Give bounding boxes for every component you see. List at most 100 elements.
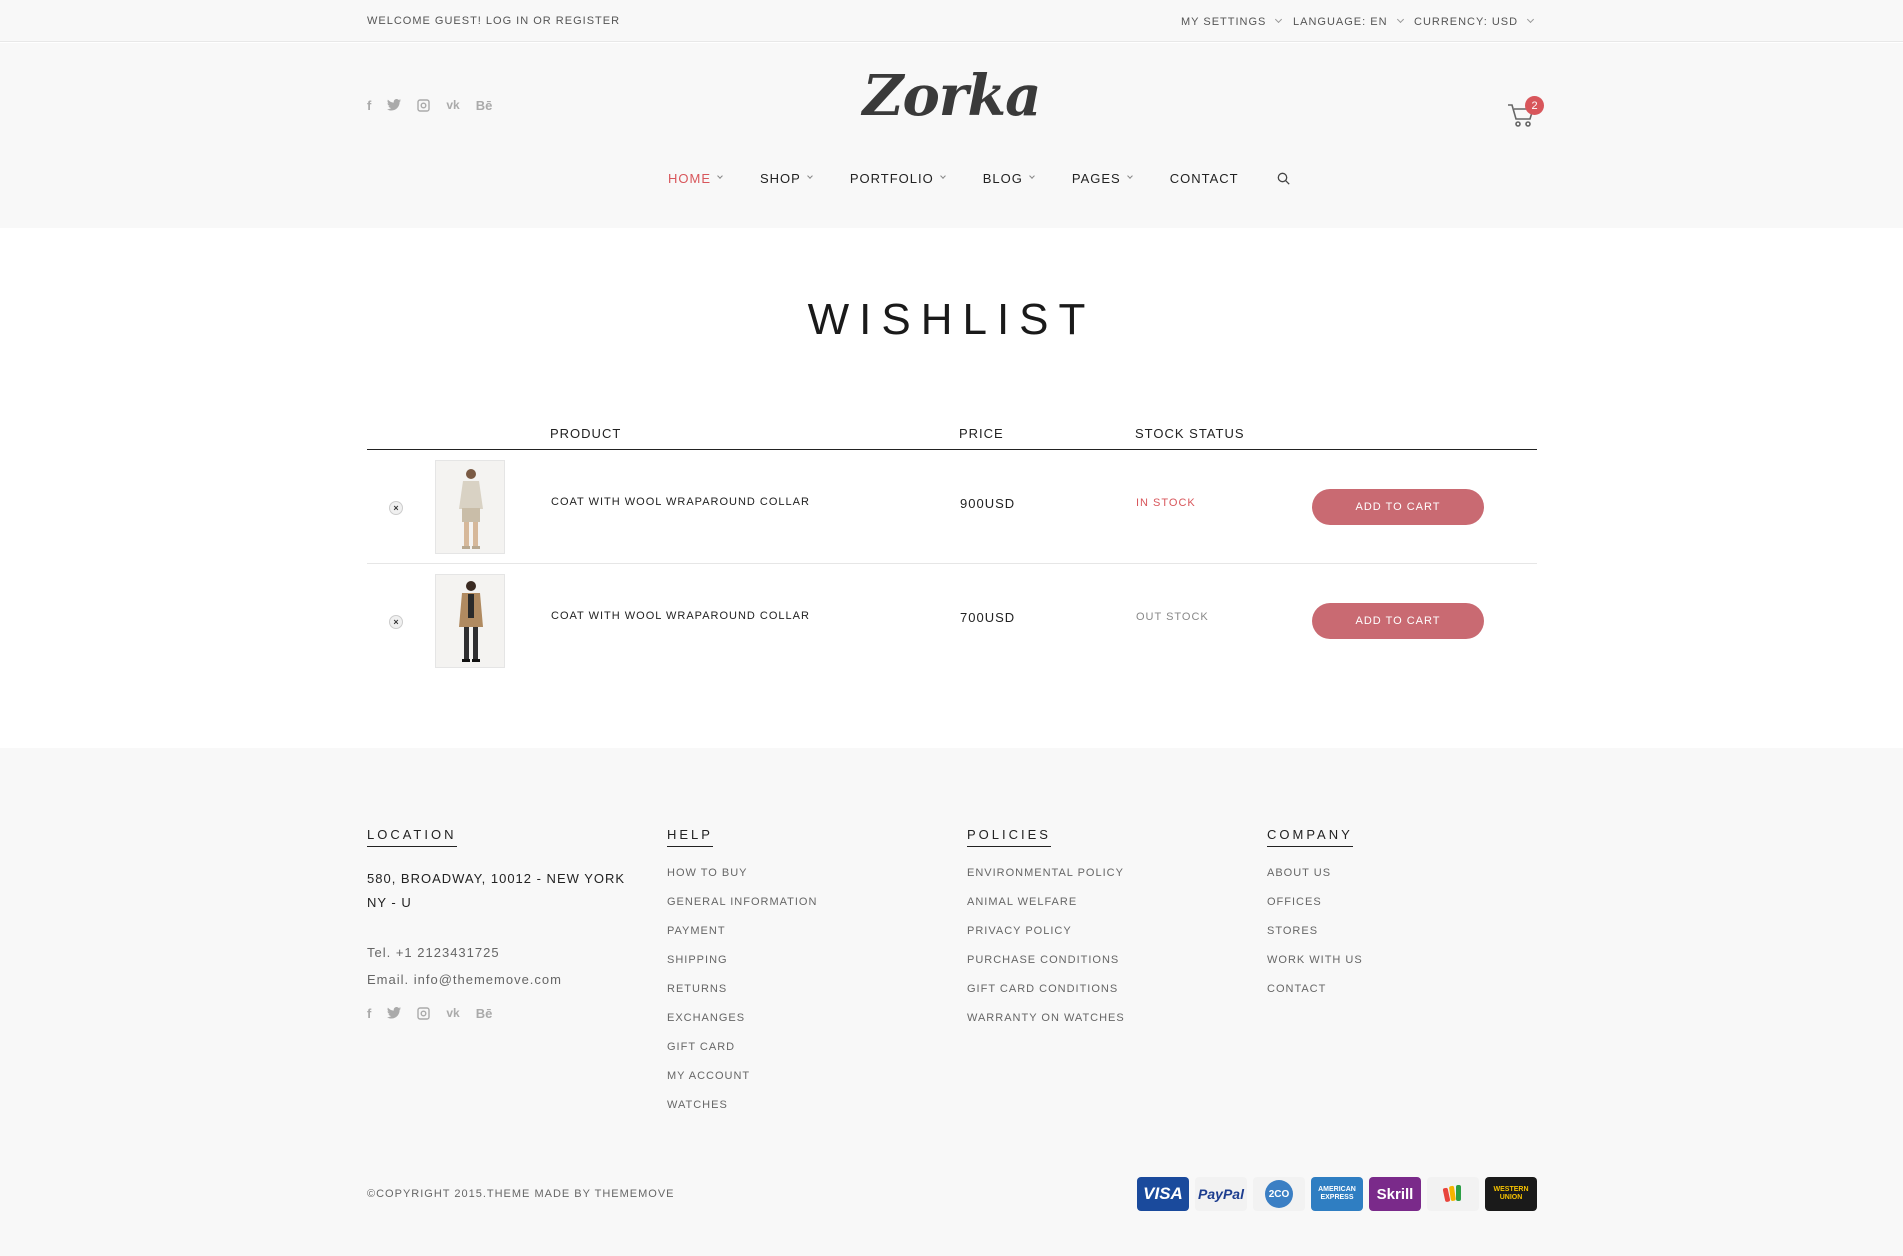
nav-item-contact[interactable]: CONTACT [1170,171,1239,186]
remove-item-button[interactable]: × [389,615,403,629]
footer-link[interactable]: GIFT CARD CONDITIONS [967,975,1227,1004]
add-to-cart-button[interactable]: ADD TO CART [1312,603,1484,639]
nav-item-pages[interactable]: PAGES [1071,171,1133,186]
footer-link[interactable]: PAYMENT [667,917,927,946]
site-footer: LOCATION 580, BROADWAY, 10012 - NEW YORK… [0,748,1903,1256]
stock-status: IN STOCK [1136,497,1196,509]
stock-status: OUT STOCK [1136,611,1209,623]
chevron-down-icon [1527,15,1535,24]
footer-link[interactable]: ENVIRONMENTAL POLICY [967,859,1227,888]
footer-contact: Tel. +1 2123431725 Email. info@thememove… [367,939,627,993]
nav-label: PAGES [1071,171,1121,186]
footer-link[interactable]: PURCHASE CONDITIONS [967,946,1227,975]
footer-policies-column: POLICIES ENVIRONMENTAL POLICY ANIMAL WEL… [967,826,1227,1033]
vk-icon[interactable]: vk [446,1005,459,1021]
footer-link[interactable]: RETURNS [667,975,927,1004]
footer-link[interactable]: CONTACT [1267,975,1527,1004]
my-settings-dropdown[interactable]: MY SETTINGS [1181,15,1283,28]
western-union-icon: WESTERN UNION [1485,1177,1537,1211]
model-beige-outfit-image [436,461,504,553]
footer-email[interactable]: Email. info@thememove.com [367,966,627,993]
footer-link[interactable]: OFFICES [1267,888,1527,917]
table-row: × COAT WITH WOOL WRAPAROUND COLLAR 700US… [367,564,1537,678]
language-dropdown[interactable]: LANGUAGE: EN [1293,15,1404,28]
2co-badge: 2CO [1265,1180,1293,1208]
google-wallet-icon [1427,1177,1479,1211]
footer-help-links: HOW TO BUY GENERAL INFORMATION PAYMENT S… [667,859,927,1120]
product-thumbnail[interactable] [435,574,505,668]
footer-company-column: COMPANY ABOUT US OFFICES STORES WORK WIT… [1267,826,1527,1004]
paypal-icon: PayPal [1195,1177,1247,1211]
cart-count-badge: 2 [1525,96,1544,115]
footer-link[interactable]: ANIMAL WELFARE [967,888,1227,917]
footer-help-column: HELP HOW TO BUY GENERAL INFORMATION PAYM… [667,826,927,1120]
footer-tel[interactable]: Tel. +1 2123431725 [367,939,627,966]
footer-link[interactable]: SHIPPING [667,946,927,975]
my-settings-label: MY SETTINGS [1181,16,1267,28]
product-price: 900USD [960,496,1016,511]
nav-label: SHOP [760,171,801,186]
footer-link[interactable]: WATCHES [667,1091,927,1120]
behance-icon[interactable]: Bē [476,1005,493,1021]
product-name[interactable]: COAT WITH WOOL WRAPAROUND COLLAR [551,496,810,508]
footer-link[interactable]: ABOUT US [1267,859,1527,888]
amex-icon: AMERICAN EXPRESS [1311,1177,1363,1211]
zorka-logo[interactable]: Zorka [0,63,1903,129]
top-bar: WELCOME GUEST! LOG IN OR REGISTER MY SET… [0,0,1903,42]
footer-link[interactable]: HOW TO BUY [667,859,927,888]
product-name[interactable]: COAT WITH WOOL WRAPAROUND COLLAR [551,610,810,622]
footer-link[interactable]: STORES [1267,917,1527,946]
footer-policies-links: ENVIRONMENTAL POLICY ANIMAL WELFARE PRIV… [967,859,1227,1033]
page-title: WISHLIST [807,295,1096,344]
payment-methods: VISA PayPal 2CO AMERICAN EXPRESS Skrill … [1137,1177,1537,1211]
column-header-product: PRODUCT [550,426,622,441]
nav-label: PORTFOLIO [849,171,934,186]
product-thumbnail[interactable] [435,460,505,554]
currency-label: CURRENCY: USD [1414,16,1519,28]
footer-location-column: LOCATION 580, BROADWAY, 10012 - NEW YORK… [367,826,627,1021]
skrill-icon: Skrill [1369,1177,1421,1211]
nav-item-portfolio[interactable]: PORTFOLIO [849,171,946,186]
column-header-stock-status: STOCK STATUS [1135,426,1245,441]
2checkout-icon: 2CO [1253,1177,1305,1211]
remove-item-button[interactable]: × [389,501,403,515]
chevron-down-icon [1275,15,1283,24]
chevron-down-icon [717,172,723,179]
model-camel-coat-image [436,575,504,667]
column-header-price: PRICE [959,426,1004,441]
search-button[interactable] [1277,172,1290,185]
facebook-icon[interactable]: f [367,1005,371,1021]
chevron-down-icon [1029,172,1035,179]
nav-label: CONTACT [1169,171,1239,186]
welcome-text[interactable]: WELCOME GUEST! LOG IN OR REGISTER [367,15,620,27]
currency-dropdown[interactable]: CURRENCY: USD [1414,15,1535,28]
site-header: f vk Bē Zorka 2 HOME SHOP PORTFOLIO BLOG… [0,43,1903,228]
nav-label: BLOG [982,171,1023,186]
footer-link[interactable]: GIFT CARD [667,1033,927,1062]
footer-link[interactable]: GENERAL INFORMATION [667,888,927,917]
search-icon [1277,172,1290,185]
language-label: LANGUAGE: EN [1293,16,1388,28]
footer-link[interactable]: EXCHANGES [667,1004,927,1033]
table-row: × COAT WITH WOOL WRAPAROUND COLLAR 900US… [367,450,1537,564]
product-price: 700USD [960,610,1016,625]
footer-link[interactable]: MY ACCOUNT [667,1062,927,1091]
footer-link[interactable]: WARRANTY ON WATCHES [967,1004,1227,1033]
nav-item-shop[interactable]: SHOP [760,171,813,186]
footer-heading-help: HELP [667,827,713,847]
instagram-icon[interactable] [417,1005,431,1021]
footer-link[interactable]: PRIVACY POLICY [967,917,1227,946]
address-line: NY - U [367,895,412,910]
footer-heading-location: LOCATION [367,827,457,847]
footer-company-links: ABOUT US OFFICES STORES WORK WITH US CON… [1267,859,1527,1004]
cart-button[interactable]: 2 [1507,96,1544,130]
footer-link[interactable]: WORK WITH US [1267,946,1527,975]
twitter-icon[interactable] [387,1005,402,1021]
nav-item-blog[interactable]: BLOG [982,171,1035,186]
nav-item-home[interactable]: HOME [668,171,723,186]
copyright-text: ©COPYRIGHT 2015.THEME MADE BY THEMEMOVE [367,1188,675,1200]
add-to-cart-button[interactable]: ADD TO CART [1312,489,1484,525]
chevron-down-icon [1126,172,1133,179]
footer-heading-policies: POLICIES [967,827,1051,847]
footer-social-links: f vk Bē [367,1005,627,1021]
